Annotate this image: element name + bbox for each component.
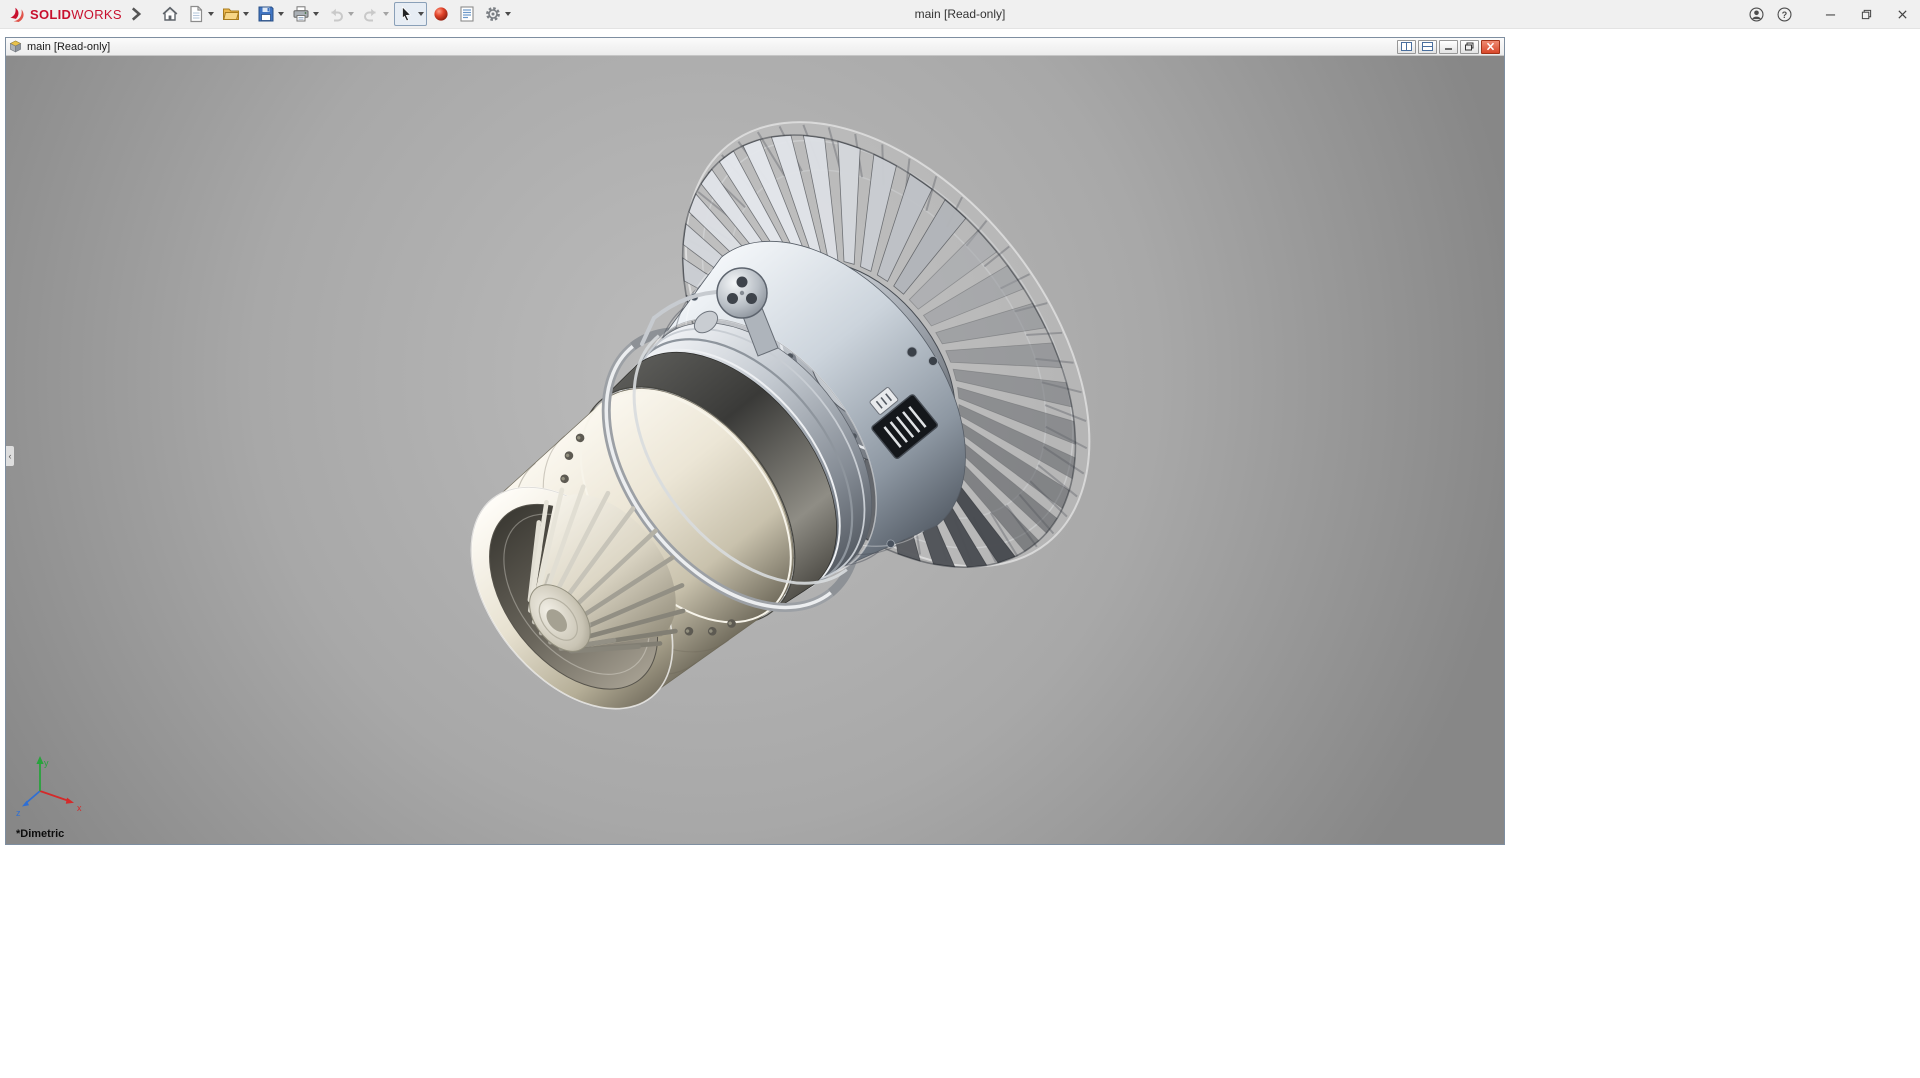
quick-access-toolbar bbox=[158, 2, 514, 26]
open-folder-icon bbox=[222, 8, 240, 20]
solidworks-swoosh-icon bbox=[10, 7, 24, 22]
document-window: main [Read-only] x y z *Dimetric ‹ bbox=[5, 37, 1505, 845]
panel-collapse-tab[interactable]: ‹ bbox=[6, 445, 15, 467]
user-icon bbox=[1748, 6, 1764, 22]
viewport-split-horizontal-button[interactable] bbox=[1418, 39, 1437, 54]
print-button[interactable] bbox=[289, 2, 322, 26]
document-minimize-button[interactable] bbox=[1439, 39, 1458, 54]
red-sphere-icon bbox=[434, 7, 448, 21]
close-icon bbox=[1486, 42, 1495, 51]
document-restore-button[interactable] bbox=[1460, 39, 1479, 54]
dropdown-caret[interactable] bbox=[312, 12, 319, 16]
window-title: main [Read-only] bbox=[914, 7, 1006, 21]
select-tool-button[interactable] bbox=[393, 2, 427, 26]
split-vertical-icon bbox=[1401, 42, 1412, 51]
solidworks-logo: SOLIDWORKS bbox=[8, 5, 122, 24]
help-button[interactable]: ? bbox=[1770, 0, 1798, 29]
cursor-arrow-icon bbox=[402, 6, 412, 22]
help-icon: ? bbox=[1776, 6, 1792, 22]
restore-icon bbox=[1861, 9, 1871, 19]
dropdown-caret[interactable] bbox=[207, 12, 214, 16]
assembly-icon bbox=[9, 40, 22, 53]
close-button[interactable] bbox=[1884, 0, 1920, 29]
file-properties-button[interactable] bbox=[455, 2, 479, 26]
triad-z-label: z bbox=[16, 808, 21, 818]
document-window-buttons bbox=[1397, 39, 1501, 54]
document-title: main [Read-only] bbox=[27, 40, 111, 53]
viewport-split-vertical-button[interactable] bbox=[1397, 39, 1416, 54]
brand-text: SOLIDWORKS bbox=[30, 7, 122, 22]
brand-works-text: WORKS bbox=[71, 6, 122, 22]
open-button[interactable] bbox=[219, 2, 252, 26]
dropdown-caret[interactable] bbox=[347, 12, 354, 16]
gear-icon bbox=[485, 7, 500, 21]
redo-button[interactable] bbox=[359, 2, 392, 26]
new-document-button[interactable] bbox=[184, 2, 217, 26]
dropdown-caret[interactable] bbox=[504, 12, 511, 16]
triad-x-label: x bbox=[77, 803, 82, 813]
dropdown-caret[interactable] bbox=[382, 12, 389, 16]
home-button[interactable] bbox=[158, 2, 182, 26]
maximize-button[interactable] bbox=[1848, 0, 1884, 29]
triad-y-label: y bbox=[44, 758, 49, 768]
dropdown-caret[interactable] bbox=[417, 12, 424, 16]
undo-icon bbox=[331, 8, 343, 22]
titlebar-right-controls: ? bbox=[1742, 0, 1920, 29]
restore-icon bbox=[1465, 42, 1474, 51]
document-titlebar[interactable]: main [Read-only] bbox=[6, 38, 1504, 56]
dropdown-caret[interactable] bbox=[242, 12, 249, 16]
view-orientation-label: *Dimetric bbox=[16, 828, 65, 840]
minimize-icon bbox=[1445, 48, 1452, 50]
options-button[interactable] bbox=[481, 2, 514, 26]
split-horizontal-icon bbox=[1422, 42, 1433, 51]
minimize-icon bbox=[1825, 13, 1835, 16]
undo-button[interactable] bbox=[324, 2, 357, 26]
toolbar-expand-button[interactable] bbox=[128, 2, 144, 26]
app-titlebar[interactable]: SOLIDWORKS main [Read-only] ? bbox=[0, 0, 1920, 29]
new-document-icon bbox=[190, 5, 202, 23]
graphics-viewport[interactable]: x y z *Dimetric ‹ bbox=[6, 56, 1504, 844]
document-close-button[interactable] bbox=[1481, 39, 1500, 54]
close-icon bbox=[1897, 9, 1907, 19]
redo-icon bbox=[363, 8, 376, 22]
svg-text:?: ? bbox=[1781, 9, 1786, 19]
account-button[interactable] bbox=[1742, 0, 1770, 29]
printer-icon bbox=[293, 6, 309, 22]
minimize-button[interactable] bbox=[1812, 0, 1848, 29]
home-icon bbox=[162, 6, 178, 21]
chevron-right-icon bbox=[131, 7, 142, 21]
brand-solid-text: SOLID bbox=[30, 6, 72, 22]
save-button[interactable] bbox=[254, 2, 287, 26]
client-area: main [Read-only] x y z *Dimetric ‹ bbox=[0, 29, 1920, 1077]
save-icon bbox=[258, 6, 274, 22]
lifecycle-button[interactable] bbox=[429, 2, 453, 26]
document-properties-icon bbox=[460, 6, 474, 22]
graphics-scene: x y z bbox=[6, 56, 1504, 844]
dropdown-caret[interactable] bbox=[277, 12, 284, 16]
